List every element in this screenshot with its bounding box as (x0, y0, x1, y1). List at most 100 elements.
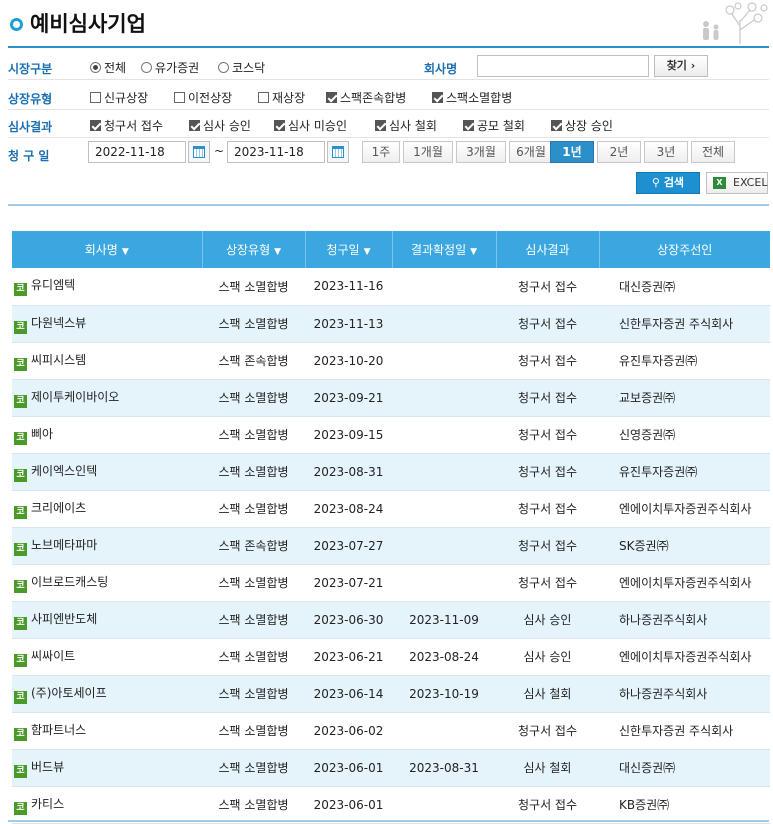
table-row[interactable]: 코 이브로드캐스팅 스팩 소멸합병 2023-07-21 청구서 접수 엔에이치투자증권주… (12, 564, 770, 602)
checkbox-checked-icon[interactable] (326, 92, 337, 103)
company-name-cell[interactable]: 코 함파트너스 (12, 712, 202, 750)
radio-selected-icon[interactable] (90, 62, 101, 73)
table-row[interactable]: 코 사피엔반도체 스팩 소멸합병 2023-06-30 2023-11-09 심사 승인 하… (12, 601, 770, 639)
date-from-input[interactable]: 2022-11-18 (88, 141, 186, 163)
table-row[interactable]: 코 삐아 스팩 소멸합병 2023-09-15 청구서 접수 신영증권㈜ (12, 416, 770, 454)
company-name-cell-text[interactable]: 유디엠텍 (31, 278, 75, 292)
checkbox-checked-icon[interactable] (189, 120, 200, 131)
period-1month-button[interactable]: 1개월 (403, 141, 453, 163)
date-to-input[interactable]: 2023-11-18 (227, 141, 325, 163)
period-3month-button[interactable]: 3개월 (456, 141, 506, 163)
checkbox-checked-icon[interactable] (90, 120, 101, 131)
checkbox-checked-icon[interactable] (551, 120, 562, 131)
result-approved[interactable]: 심사 승인 (189, 117, 251, 134)
sort-down-icon[interactable]: ▼ (364, 247, 371, 257)
result-offering-withdrawn[interactable]: 공모 철회 (463, 117, 525, 134)
company-name-cell[interactable]: 코 케이엑스인텍 (12, 453, 202, 491)
listing-type-spac-dissolving[interactable]: 스팩소멸합병 (432, 89, 512, 106)
table-bottom-divider (8, 820, 769, 822)
checkbox-checked-icon[interactable] (375, 120, 386, 131)
company-name-cell[interactable]: 코 이브로드캐스팅 (12, 564, 202, 602)
company-name-cell-text[interactable]: 이브로드캐스팅 (31, 575, 108, 589)
checkbox-checked-icon[interactable] (432, 92, 443, 103)
market-option-kospi[interactable]: 유가증권 (141, 59, 199, 76)
company-name-cell-text[interactable]: 버드뷰 (31, 760, 64, 774)
sort-down-icon[interactable]: ▼ (274, 247, 281, 257)
result-listing-approved[interactable]: 상장 승인 (551, 117, 613, 134)
table-row[interactable]: 코 유디엠텍 스팩 소멸합병 2023-11-16 청구서 접수 대신증권㈜ (12, 268, 770, 306)
sort-down-icon[interactable]: ▼ (470, 247, 477, 257)
table-row[interactable]: 코 버드뷰 스팩 소멸합병 2023-06-01 2023-08-31 심사 철회 대신증권… (12, 749, 770, 787)
date-from-calendar-button[interactable] (188, 141, 210, 163)
checkbox-checked-icon[interactable] (463, 120, 474, 131)
company-name-cell-text[interactable]: (주)아토세이프 (31, 686, 107, 700)
find-button[interactable]: 찾기 › (654, 55, 708, 77)
table-row[interactable]: 코 다원넥스뷰 스팩 소멸합병 2023-11-13 청구서 접수 신한투자증권 주식회사 (12, 305, 770, 343)
table-row[interactable]: 코 (주)아토세이프 스팩 소멸합병 2023-06-14 2023-10-19 심사 철… (12, 675, 770, 713)
radio-icon[interactable] (141, 62, 152, 73)
company-name-cell[interactable]: 코 크리에이츠 (12, 490, 202, 528)
table-row[interactable]: 코 카티스 스팩 소멸합병 2023-06-01 청구서 접수 KB증권㈜ (12, 786, 770, 824)
listing-type-cell: 스팩 소멸합병 (202, 453, 305, 491)
company-name-cell[interactable]: 코 사피엔반도체 (12, 601, 202, 639)
date-to-calendar-button[interactable] (327, 141, 349, 163)
company-name-cell-text[interactable]: 사피엔반도체 (31, 612, 97, 626)
table-row[interactable]: 코 제이투케이바이오 스팩 소멸합병 2023-09-21 청구서 접수 교보증권㈜ (12, 379, 770, 417)
company-name-cell[interactable]: 코 (주)아토세이프 (12, 675, 202, 713)
listing-type-transfer[interactable]: 이전상장 (174, 89, 232, 106)
company-name-cell[interactable]: 코 버드뷰 (12, 749, 202, 787)
listing-type-new[interactable]: 신규상장 (90, 89, 148, 106)
checkbox-icon[interactable] (90, 92, 101, 103)
underwriter-cell: 신한투자증권 주식회사 (599, 712, 770, 750)
company-name-cell[interactable]: 코 유디엠텍 (12, 268, 202, 306)
sort-down-icon[interactable]: ▼ (122, 247, 129, 257)
checkbox-icon[interactable] (258, 92, 269, 103)
company-name-cell[interactable]: 코 다원넥스뷰 (12, 305, 202, 343)
company-name-cell[interactable]: 코 삐아 (12, 416, 202, 454)
result-not-approved[interactable]: 심사 미승인 (274, 117, 347, 134)
company-name-cell-text[interactable]: 씨싸이트 (31, 649, 75, 663)
market-option-all[interactable]: 전체 (90, 59, 126, 76)
table-row[interactable]: 코 크리에이츠 스팩 소멸합병 2023-08-24 청구서 접수 엔에이치투자증권주식회… (12, 490, 770, 528)
company-name-cell-text[interactable]: 씨피시스템 (31, 353, 86, 367)
period-1week-button[interactable]: 1주 (362, 141, 400, 163)
table-row[interactable]: 코 씨피시스템 스팩 존속합병 2023-10-20 청구서 접수 유진투자증권㈜ (12, 342, 770, 380)
company-name-cell-text[interactable]: 함파트너스 (31, 723, 86, 737)
period-3year-button[interactable]: 3년 (644, 141, 688, 163)
company-name-cell-text[interactable]: 케이엑스인텍 (31, 464, 97, 478)
company-name-cell-text[interactable]: 크리에이츠 (31, 501, 86, 515)
market-option-kosdaq[interactable]: 코스닥 (218, 59, 265, 76)
company-name-cell-text[interactable]: 삐아 (31, 427, 53, 441)
listing-type-relisting[interactable]: 재상장 (258, 89, 305, 106)
search-button[interactable]: ⚲ 검색 (636, 172, 700, 194)
company-name-cell-text[interactable]: 제이투케이바이오 (31, 390, 119, 404)
table-row[interactable]: 코 케이엑스인텍 스팩 소멸합병 2023-08-31 청구서 접수 유진투자증권㈜ (12, 453, 770, 491)
column-header-company[interactable]: 회사명 ▼ (12, 231, 203, 268)
period-all-button[interactable]: 전체 (691, 141, 735, 163)
company-name-cell-text[interactable]: 노브메타파마 (31, 538, 97, 552)
company-name-cell[interactable]: 코 제이투케이바이오 (12, 379, 202, 417)
company-name-cell[interactable]: 코 씨싸이트 (12, 638, 202, 676)
company-name-cell-text[interactable]: 다원넥스뷰 (31, 316, 86, 330)
period-2year-button[interactable]: 2년 (597, 141, 641, 163)
company-name-cell-text[interactable]: 카티스 (31, 797, 64, 811)
company-name-cell[interactable]: 코 씨피시스템 (12, 342, 202, 380)
company-name-cell[interactable]: 코 카티스 (12, 786, 202, 824)
column-header-decided-date[interactable]: 결과확정일 ▼ (392, 231, 497, 268)
period-1year-button[interactable]: 1년 (550, 141, 594, 163)
excel-download-button[interactable]: X EXCEL (706, 172, 768, 194)
listing-type-spac-surviving[interactable]: 스팩존속합병 (326, 89, 406, 106)
table-row[interactable]: 코 씨싸이트 스팩 소멸합병 2023-06-21 2023-08-24 심사 승인 엔에이… (12, 638, 770, 676)
result-request-received[interactable]: 청구서 접수 (90, 117, 163, 134)
company-name-cell[interactable]: 코 노브메타파마 (12, 527, 202, 565)
company-name-input[interactable] (477, 55, 649, 77)
result-review-withdrawn[interactable]: 심사 철회 (375, 117, 437, 134)
table-row[interactable]: 코 노브메타파마 스팩 존속합병 2023-07-27 청구서 접수 SK증권㈜ (12, 527, 770, 565)
table-row[interactable]: 코 함파트너스 스팩 소멸합병 2023-06-02 청구서 접수 신한투자증권 주식회사 (12, 712, 770, 750)
checkbox-icon[interactable] (174, 92, 185, 103)
period-6month-button[interactable]: 6개월 (509, 141, 553, 163)
checkbox-checked-icon[interactable] (274, 120, 285, 131)
column-header-listing-type[interactable]: 상장유형 ▼ (202, 231, 306, 268)
column-header-request-date[interactable]: 청구일 ▼ (305, 231, 393, 268)
radio-icon[interactable] (218, 62, 229, 73)
